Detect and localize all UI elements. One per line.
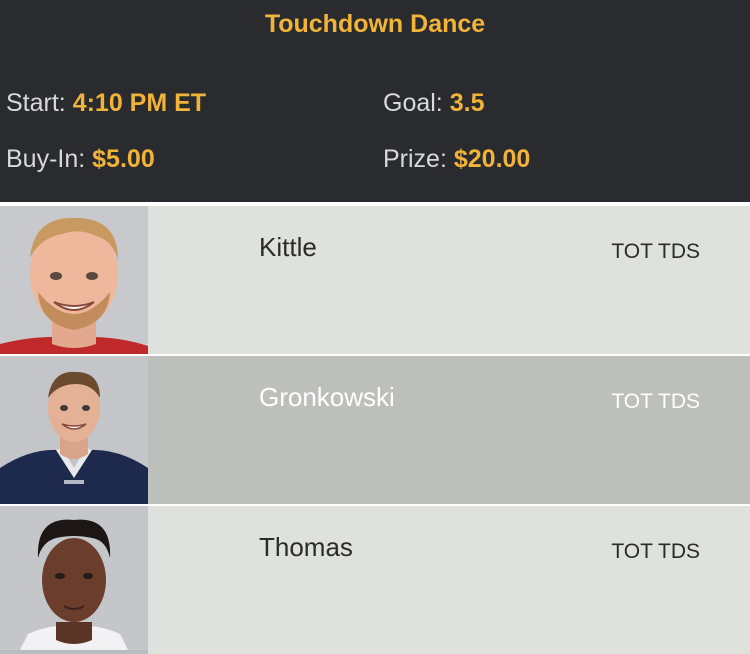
contest-title: Touchdown Dance (264, 10, 486, 38)
start-info: Start: 4:10 PM ET (6, 89, 206, 118)
buyin-info: Buy-In: $5.00 (6, 145, 155, 174)
prize-info: Prize: $20.00 (383, 145, 530, 174)
player-photo-kittle (0, 206, 148, 354)
goal-label: Goal: (383, 89, 443, 117)
buyin-value: $5.00 (92, 145, 155, 173)
player-photo-gronkowski (0, 356, 148, 504)
buyin-label: Buy-In: (6, 145, 86, 173)
player-name: Gronkowski (259, 382, 395, 412)
start-label: Start: (6, 89, 66, 117)
player-name: Thomas (259, 532, 353, 562)
player-row-gronkowski[interactable]: Gronkowski TOT TDS (0, 356, 750, 504)
goal-value: 3.5 (449, 89, 485, 117)
player-stat-label: TOT TDS (611, 390, 700, 413)
start-value: 4:10 PM ET (72, 89, 207, 117)
player-name: Kittle (259, 232, 317, 262)
goal-info: Goal: 3.5 (383, 89, 484, 118)
player-row-thomas[interactable]: Thomas TOT TDS (0, 506, 750, 654)
player-photo-thomas (0, 506, 148, 654)
prize-label: Prize: (383, 145, 447, 173)
player-stat-label: TOT TDS (611, 240, 700, 263)
player-stat-label: TOT TDS (611, 540, 700, 563)
contest-header: Touchdown Dance Start: 4:10 PM ET Goal: … (0, 0, 750, 202)
prize-value: $20.00 (453, 145, 531, 173)
player-row-kittle[interactable]: Kittle TOT TDS (0, 206, 750, 354)
